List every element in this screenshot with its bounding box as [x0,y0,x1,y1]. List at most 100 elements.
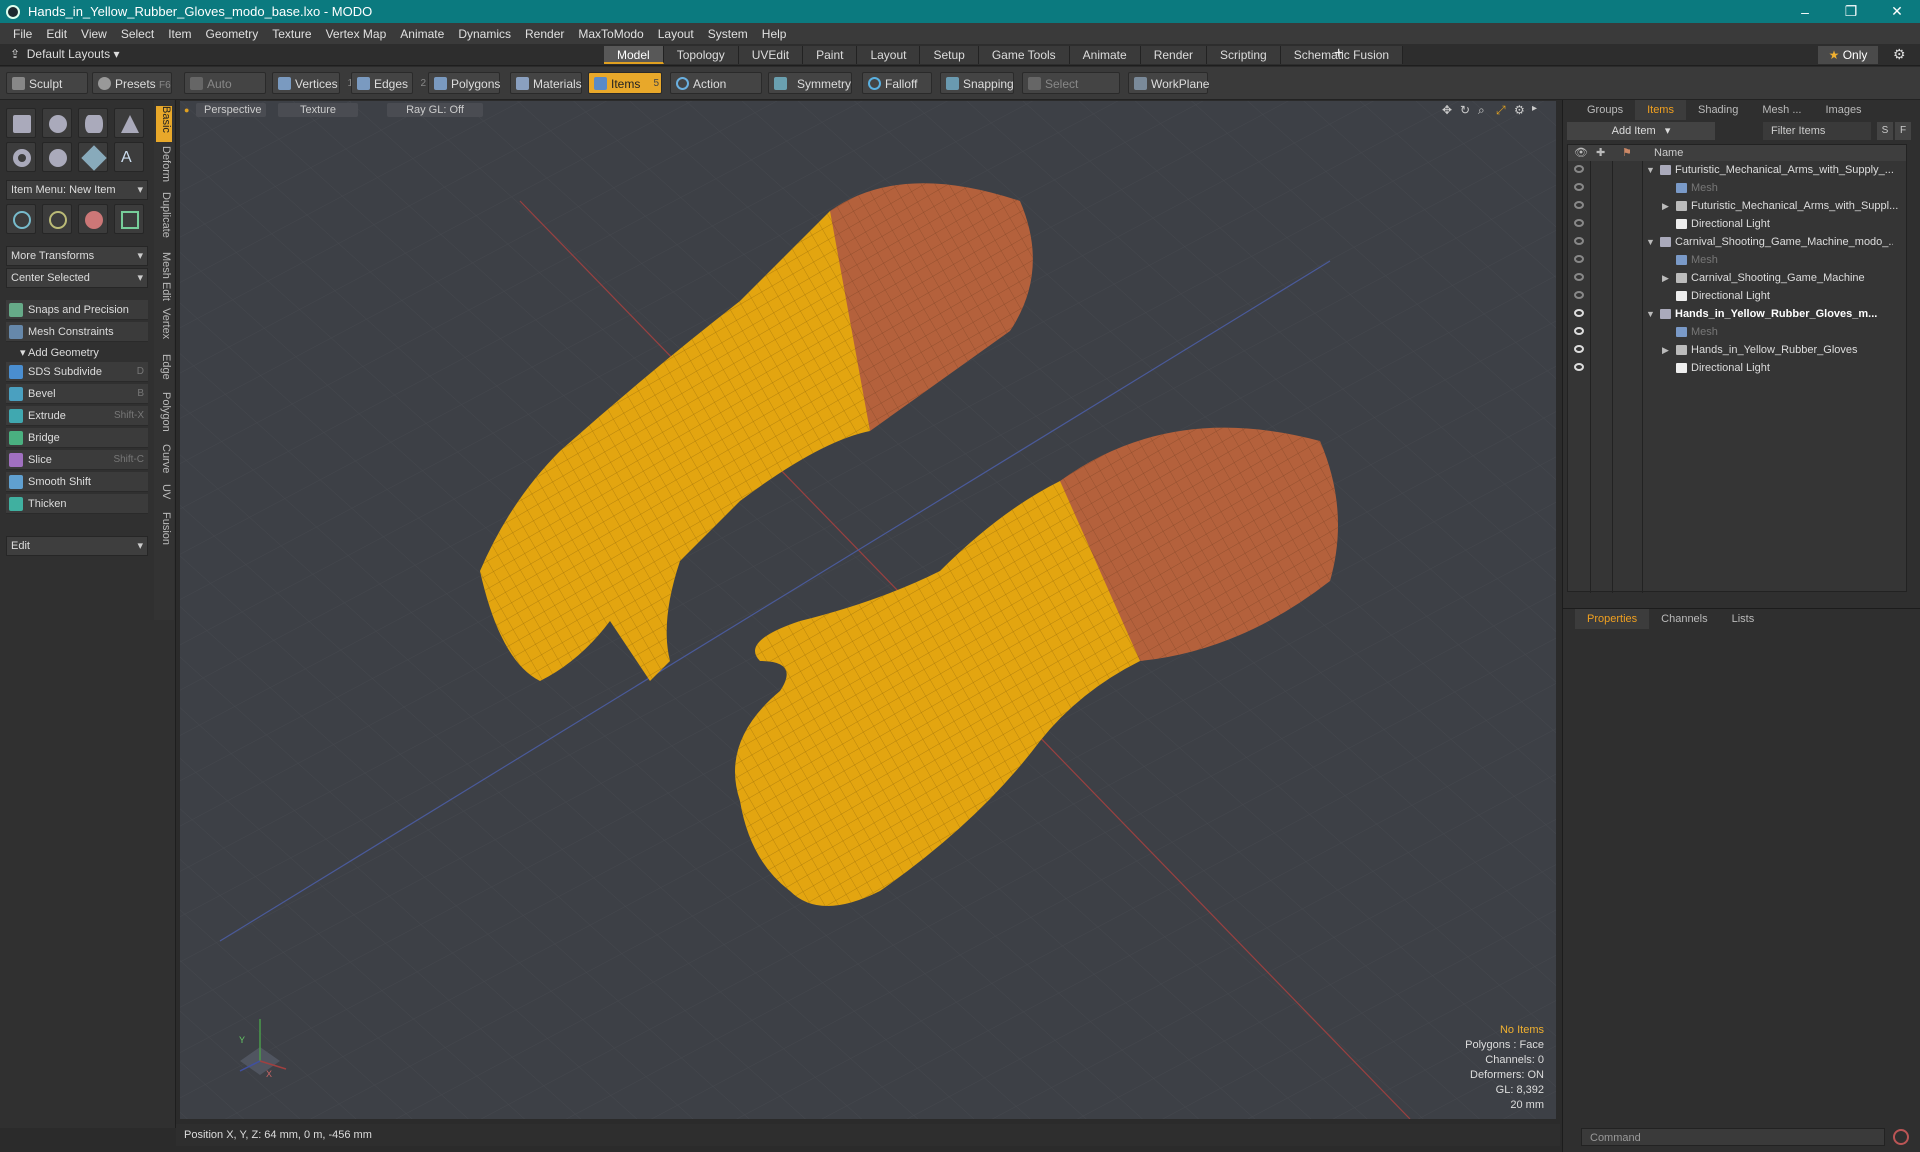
text-button[interactable]: A [114,142,144,172]
sculpt-button[interactable]: Sculpt [6,72,88,94]
capsule-button[interactable] [42,142,72,172]
item-row[interactable]: Directional Light [1568,287,1906,305]
viewport-expand-icon[interactable]: ▸ [1532,103,1537,114]
tool-slice[interactable]: Slice Shift-C [6,450,148,470]
tab-properties[interactable]: Properties [1575,609,1650,629]
center-selected-dropdown[interactable]: Center Selected [6,268,148,288]
item-row[interactable]: ▶ Futuristic_Mechanical_Arms_with_Suppl..… [1568,197,1906,215]
visibility-eye-icon[interactable] [1574,165,1584,173]
orbit-icon[interactable]: ↻ [1460,103,1470,117]
snapping-button[interactable]: Snapping [940,72,1014,94]
add-tab-button[interactable]: + [1334,45,1343,63]
more-transforms-dropdown[interactable]: More Transforms [6,246,148,266]
perspective-button[interactable]: Perspective [196,103,266,117]
close-button[interactable]: ✕ [1874,3,1920,20]
item-row[interactable]: ▶ Hands_in_Yellow_Rubber_Gloves [1568,341,1906,359]
3d-viewport[interactable]: Y X ● Perspective Texture Ray GL: Off ✥ … [180,101,1556,1119]
rotate-button[interactable] [42,204,72,234]
visibility-eye-icon[interactable] [1574,327,1584,335]
vtab-uv[interactable]: UV [156,484,172,506]
menu-system[interactable]: System [701,27,755,41]
menu-layout[interactable]: Layout [651,27,701,41]
menu-item[interactable]: Item [161,27,198,41]
visibility-eye-icon[interactable] [1574,273,1584,281]
mesh-constraints-button[interactable]: Mesh Constraints [6,322,148,342]
vtab-mesh-edit[interactable]: Mesh Edit [156,252,172,302]
vtab-edge[interactable]: Edge [156,354,172,386]
presets-button[interactable]: Presets F6 [92,72,172,94]
filter-items-input[interactable]: Filter Items [1763,122,1871,140]
tab-topology[interactable]: Topology [663,46,739,64]
menu-maxtomodo[interactable]: MaxToModo [571,27,650,41]
item-row[interactable]: ▼ Futuristic_Mechanical_Arms_with_Supply_… [1568,161,1906,179]
tab-lists[interactable]: Lists [1720,609,1767,629]
gear-icon[interactable]: ⚙ [1893,46,1906,63]
tool-smooth-shift[interactable]: Smooth Shift [6,472,148,492]
tab-mesh[interactable]: Mesh ... [1750,100,1813,120]
vertices-button[interactable]: Vertices1 [272,72,353,94]
visibility-eye-icon[interactable] [1574,309,1584,317]
tab-uvedit[interactable]: UVEdit [738,46,804,64]
cylinder-button[interactable] [78,108,108,138]
vtab-basic[interactable]: Basic [156,106,172,142]
menu-animate[interactable]: Animate [393,27,451,41]
edges-button[interactable]: Edges 2 [351,72,426,94]
visibility-eye-icon[interactable] [1574,201,1584,209]
tool-bridge[interactable]: Bridge [6,428,148,448]
item-row[interactable]: ▼ Hands_in_Yellow_Rubber_Gloves_m... [1568,305,1906,323]
cone-button[interactable] [114,108,144,138]
tool-bevel[interactable]: Bevel B [6,384,148,404]
menu-edit[interactable]: Edit [39,27,74,41]
command-input[interactable]: Command [1581,1128,1885,1146]
menu-file[interactable]: File [6,27,39,41]
tool-sds-subdivide[interactable]: SDS Subdivide D [6,362,148,382]
vtab-polygon[interactable]: Polygon [156,392,172,438]
minimize-button[interactable]: – [1782,4,1828,20]
tab-paint[interactable]: Paint [803,46,858,64]
tab-scripting[interactable]: Scripting [1207,46,1281,64]
visibility-eye-icon[interactable] [1574,219,1584,227]
only-toggle[interactable]: ★ Only [1818,46,1878,64]
scale-button[interactable] [78,204,108,234]
visibility-eye-icon[interactable] [1574,345,1584,353]
pen-button[interactable] [78,142,108,172]
menu-render[interactable]: Render [518,27,571,41]
expand-arrow-icon[interactable]: ▼ [1646,233,1655,251]
tool-thicken[interactable]: Thicken [6,494,148,514]
item-row[interactable]: Mesh [1568,323,1906,341]
item-row[interactable]: Mesh [1568,251,1906,269]
expand-arrow-icon[interactable]: ▶ [1662,341,1669,359]
item-row[interactable]: Mesh [1568,179,1906,197]
item-menu-dropdown[interactable]: Item Menu: New Item [6,180,148,200]
transform-button[interactable] [114,204,144,234]
menu-select[interactable]: Select [114,27,161,41]
fit-icon[interactable]: ⤢ [1496,103,1506,118]
visibility-eye-icon[interactable] [1574,255,1584,263]
tab-groups[interactable]: Groups [1575,100,1635,120]
cube-button[interactable] [6,108,36,138]
expand-arrow-icon[interactable]: ▶ [1662,269,1669,287]
item-row[interactable]: ▼ Carnival_Shooting_Game_Machine_modo_... [1568,233,1906,251]
expand-arrow-icon[interactable]: ▼ [1646,305,1655,323]
menu-texture[interactable]: Texture [265,27,318,41]
edit-dropdown[interactable]: Edit [6,536,148,556]
select-through-button[interactable]: Select Through [1022,72,1120,113]
vtab-vertex[interactable]: Vertex [156,308,172,348]
default-layouts-dropdown[interactable]: ⇪ Default Layouts ▾ [10,47,119,61]
filter-s-button[interactable]: S [1877,122,1893,140]
snaps-precision-button[interactable]: Snaps and Precision [6,300,148,320]
tab-items[interactable]: Items [1635,100,1686,120]
menu-dynamics[interactable]: Dynamics [451,27,518,41]
visibility-eye-icon[interactable] [1574,363,1584,371]
vtab-duplicate[interactable]: Duplicate [156,192,172,246]
tab-layout[interactable]: Layout [857,46,921,64]
workplane-button[interactable]: WorkPlane [1128,72,1209,94]
expand-arrow-icon[interactable]: ▼ [1646,161,1655,179]
polygons-button[interactable]: Polygons [428,72,500,94]
materials-button[interactable]: Materials [510,72,582,94]
tab-game-tools[interactable]: Game Tools [978,46,1070,64]
tab-channels[interactable]: Channels [1649,609,1719,629]
viewport-settings-icon[interactable]: ⚙ [1514,103,1525,117]
visibility-eye-icon[interactable] [1574,237,1584,245]
add-geometry-section[interactable]: ▾ Add Geometry [6,344,148,362]
